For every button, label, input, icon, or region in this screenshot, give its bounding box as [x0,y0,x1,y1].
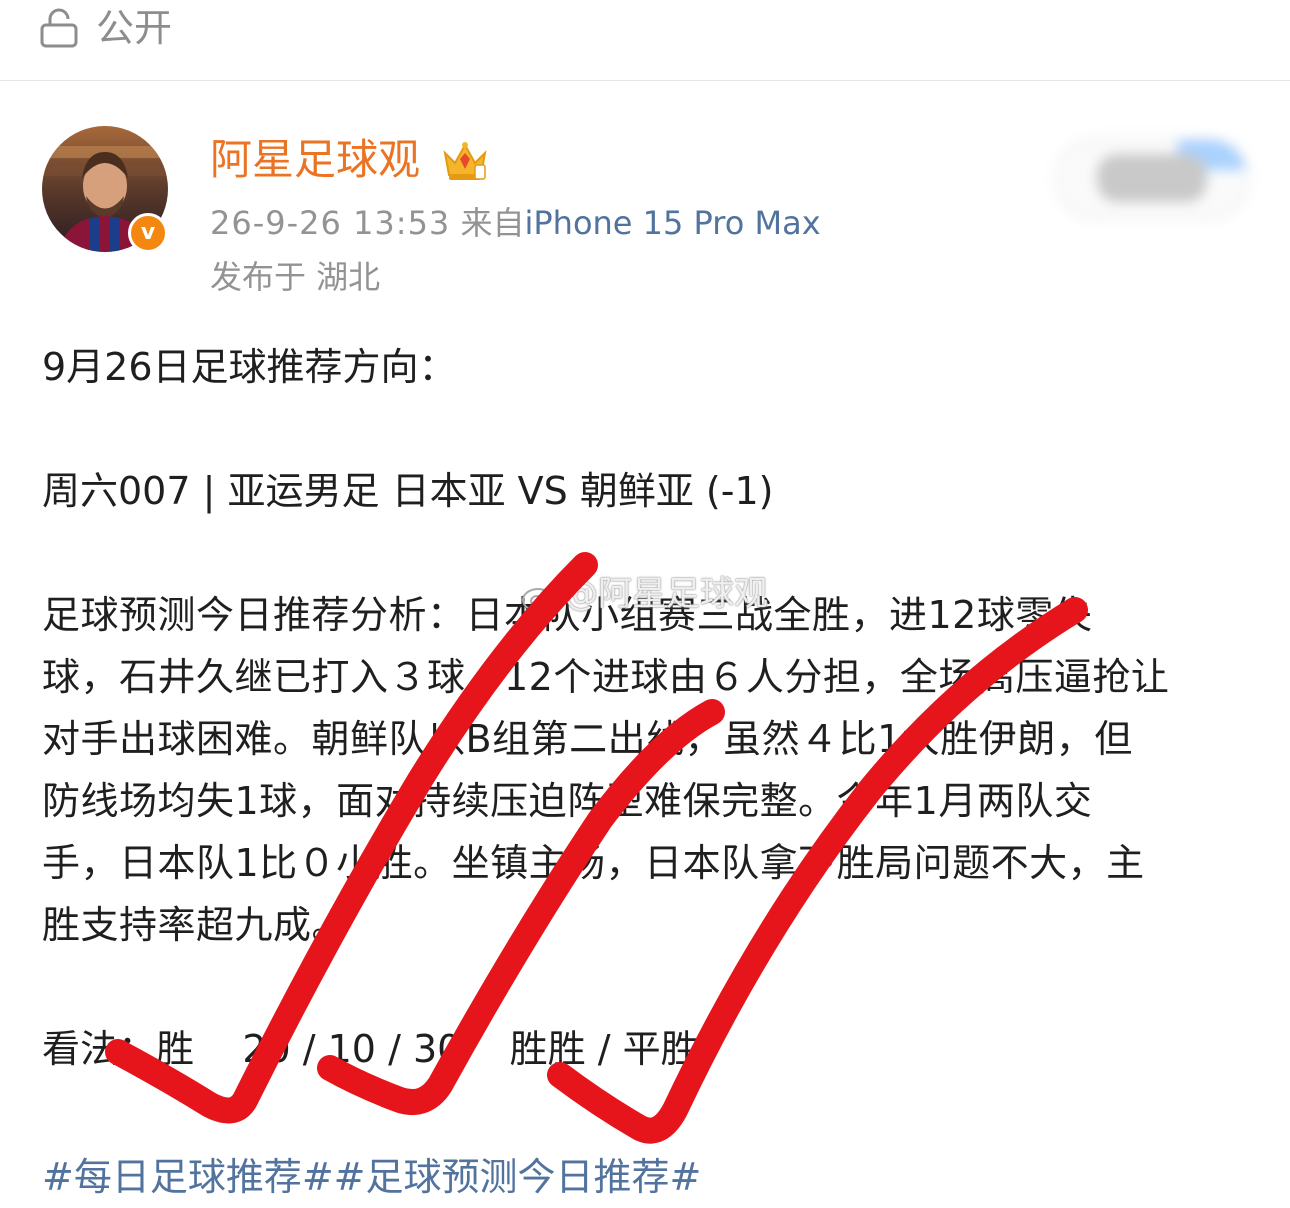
post-title: 9月26日足球推荐方向： [42,345,457,389]
visibility-label[interactable]: 公开 [96,6,172,50]
verified-badge: v [128,213,168,253]
analysis-line: 球，石井久继已打入３球，12个进球由６人分担，全场高压逼抢让 [42,655,1170,699]
hashtag-links[interactable]: #每日足球推荐##足球预测今日推荐# [42,1146,701,1208]
follow-button[interactable] [1055,138,1249,220]
author-name[interactable]: 阿星足球观 [210,134,420,186]
post-body: 9月26日足球推荐方向： 周六007 | 亚运男足 日本亚 VS 朝鲜亚 (-1… [42,336,1252,1080]
post-time: 26-9-26 13:53 [210,204,451,242]
vip-crown-icon[interactable] [441,139,489,183]
analysis-line: 胜支持率超九成。 [42,903,351,947]
top-bar: 公开 [0,0,1290,81]
analysis-line: 手，日本队1比０小胜。坐镇主场，日本队拿下胜局问题不大，主 [42,841,1145,885]
source-prefix: 来自 [460,204,525,242]
device-link[interactable]: iPhone 15 Pro Max [524,204,820,242]
post-meta: 26-9-26 13:53 来自iPhone 15 Pro Max [210,202,821,244]
analysis-paragraph: 足球预测今日推荐分析：日本队小组赛三战全胜，进12球零失 球，石井久继已打入３球… [42,584,1252,956]
analysis-line: 对手出球困难。朝鲜队以B组第二出线，虽然４比1大胜伊朗，但 [42,717,1133,761]
post-location: 发布于 湖北 [210,258,381,296]
weibo-watermark: @阿星足球观 [520,574,768,614]
match-line: 周六007 | 亚运男足 日本亚 VS 朝鲜亚 (-1) [42,469,774,513]
analysis-line: 防线场均失1球，面对持续压迫阵型难保完整。今年1月两队交 [42,779,1093,823]
follow-label-blurred [1097,154,1207,202]
weibo-logo-icon [522,582,561,612]
verdict-line: 看法：胜 20 / 10 / 30 胜胜 / 平胜 [42,1027,699,1071]
unlock-icon [40,8,78,48]
